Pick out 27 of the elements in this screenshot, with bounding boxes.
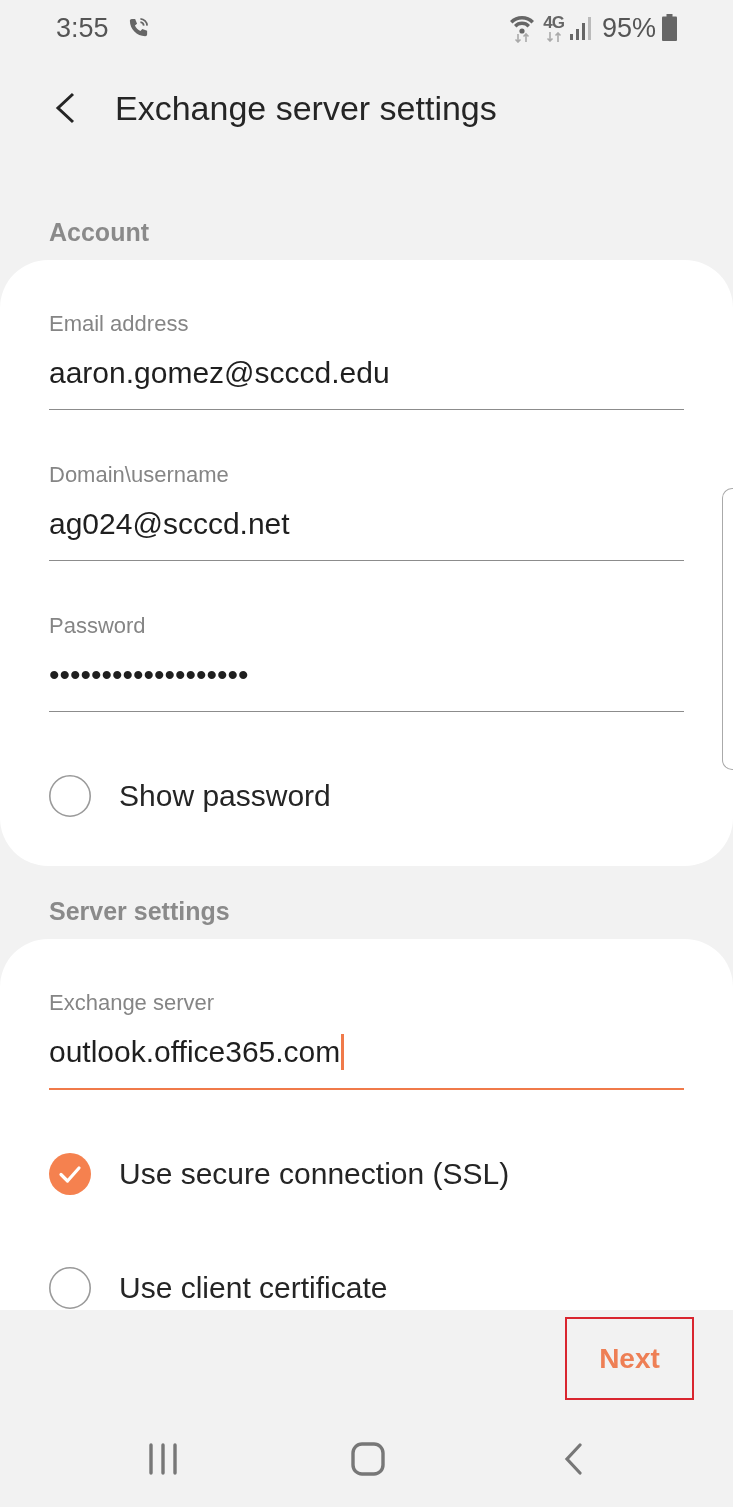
three-bars-icon[interactable] [147, 1442, 178, 1475]
field-label: Password [49, 612, 147, 640]
battery-icon [662, 14, 677, 41]
back-icon[interactable] [55, 91, 75, 124]
input-field[interactable]: ag024@scccd.net [49, 506, 684, 561]
battery-percentage: 95% [601, 11, 656, 44]
scroll-handle[interactable] [722, 488, 733, 770]
network-type: 4G [543, 13, 564, 32]
checkbox-label[interactable]: Use secure connection (SSL) [119, 1156, 510, 1192]
checkbox-label[interactable]: Show password [119, 778, 331, 814]
input-field[interactable]: ••••••••••••••••••• [49, 657, 684, 712]
text-cursor-icon [341, 1034, 345, 1070]
checkbox[interactable] [49, 775, 91, 817]
section-title: Account [48, 217, 150, 247]
checkbox[interactable] [49, 1153, 91, 1195]
section-title: Server settings [48, 896, 231, 926]
input-field[interactable]: aaron.gomez@scccd.edu [49, 355, 684, 410]
checkbox-label[interactable]: Use client certificate [119, 1270, 388, 1306]
input-field[interactable]: outlook.office365.com [49, 1034, 684, 1090]
field-label: Email address [49, 310, 190, 338]
field-label: Exchange server [49, 989, 216, 1017]
page-title: Exchange server settings [115, 87, 497, 128]
status-time: 3:55 [56, 11, 109, 44]
checkbox[interactable] [49, 1267, 91, 1309]
signal-icon [569, 15, 592, 40]
home-icon[interactable] [350, 1441, 385, 1476]
field-label: Domain\username [49, 461, 230, 489]
